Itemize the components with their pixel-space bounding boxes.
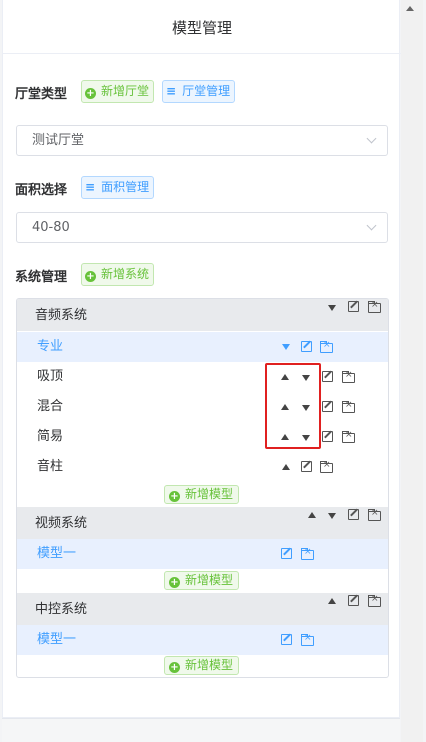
add-hall-button[interactable]: + 新增厅堂 (81, 80, 155, 103)
delete-folder-icon[interactable] (320, 340, 333, 353)
model-name: 专业 (37, 339, 64, 354)
model-row[interactable]: 模型一 (17, 539, 388, 569)
move-down-icon[interactable] (282, 344, 290, 350)
model-name: 简易 (37, 429, 64, 444)
hall-select[interactable]: 测试厅堂 (16, 125, 388, 156)
system-label: 系统管理 (15, 270, 68, 285)
list-icon: ≡ (85, 180, 96, 194)
edit-icon[interactable] (322, 431, 333, 442)
list-icon: ≡ (166, 84, 177, 98)
highlight-box (265, 363, 321, 449)
delete-folder-icon[interactable] (320, 460, 333, 473)
model-name: 混合 (37, 399, 64, 414)
edit-icon[interactable] (301, 461, 312, 472)
model-name: 模型一 (37, 546, 77, 561)
edit-icon[interactable] (281, 548, 292, 559)
delete-folder-icon[interactable] (368, 594, 381, 607)
bottom-bar (2, 718, 400, 742)
delete-folder-icon[interactable] (342, 430, 355, 443)
plus-circle-icon: + (169, 577, 180, 588)
model-name: 模型一 (37, 632, 77, 647)
plus-circle-icon: + (169, 491, 180, 502)
model-row[interactable]: 混合 (17, 392, 388, 422)
system-tree: 音频系统 专业 吸顶 混合 简易 (16, 298, 389, 678)
move-up-icon[interactable] (328, 598, 336, 604)
edit-icon[interactable] (348, 509, 359, 520)
plus-circle-icon: + (85, 271, 96, 282)
edit-icon[interactable] (281, 634, 292, 645)
edit-icon[interactable] (348, 301, 359, 312)
add-model-button[interactable]: + 新增模型 (164, 485, 240, 504)
panel-title: 模型管理 (3, 0, 401, 54)
model-row[interactable]: 简易 (17, 422, 388, 452)
scrollbar[interactable] (401, 0, 423, 742)
hall-manage-button[interactable]: ≡ 厅堂管理 (162, 80, 236, 103)
model-row[interactable]: 专业 (17, 332, 388, 362)
model-row[interactable]: 吸顶 (17, 362, 388, 392)
edit-icon[interactable] (348, 595, 359, 606)
hall-select-value: 测试厅堂 (32, 133, 85, 148)
group-header-video[interactable]: 视频系统 (17, 507, 388, 539)
scroll-up-arrow-icon[interactable] (406, 6, 414, 11)
plus-circle-icon: + (169, 662, 180, 673)
area-label: 面积选择 (15, 183, 68, 198)
add-system-button[interactable]: + 新增系统 (81, 263, 155, 286)
move-up-icon[interactable] (282, 464, 290, 470)
group-header-audio[interactable]: 音频系统 (17, 299, 388, 331)
add-model-button[interactable]: + 新增模型 (164, 656, 240, 675)
chevron-down-icon (366, 133, 377, 144)
delete-folder-icon[interactable] (301, 547, 314, 560)
delete-folder-icon[interactable] (368, 508, 381, 521)
area-manage-button[interactable]: ≡ 面积管理 (81, 176, 155, 199)
edit-icon[interactable] (322, 401, 333, 412)
delete-folder-icon[interactable] (368, 300, 381, 313)
model-row[interactable]: 音柱 (17, 452, 388, 482)
delete-folder-icon[interactable] (342, 370, 355, 383)
model-row[interactable]: 模型一 (17, 625, 388, 655)
delete-folder-icon[interactable] (342, 400, 355, 413)
model-management-panel: 模型管理 厅堂类型 + 新增厅堂 ≡ 厅堂管理 测试厅堂 面积选择 ≡ 面积管理 40… (2, 0, 401, 718)
move-down-icon[interactable] (328, 513, 336, 519)
group-header-control[interactable]: 中控系统 (17, 593, 388, 625)
model-name: 吸顶 (37, 369, 64, 384)
edit-icon[interactable] (301, 341, 312, 352)
plus-circle-icon: + (85, 88, 96, 99)
move-up-icon[interactable] (308, 512, 316, 518)
delete-folder-icon[interactable] (301, 633, 314, 646)
move-down-icon[interactable] (328, 305, 336, 311)
group-name: 音频系统 (35, 308, 88, 323)
group-name: 视频系统 (35, 516, 88, 531)
group-name: 中控系统 (35, 602, 88, 617)
chevron-down-icon (366, 220, 377, 231)
hall-type-label: 厅堂类型 (15, 87, 68, 102)
edit-icon[interactable] (322, 371, 333, 382)
add-model-button[interactable]: + 新增模型 (164, 571, 240, 590)
area-select-value: 40-80 (32, 220, 70, 235)
area-select[interactable]: 40-80 (16, 212, 388, 243)
model-name: 音柱 (37, 459, 64, 474)
